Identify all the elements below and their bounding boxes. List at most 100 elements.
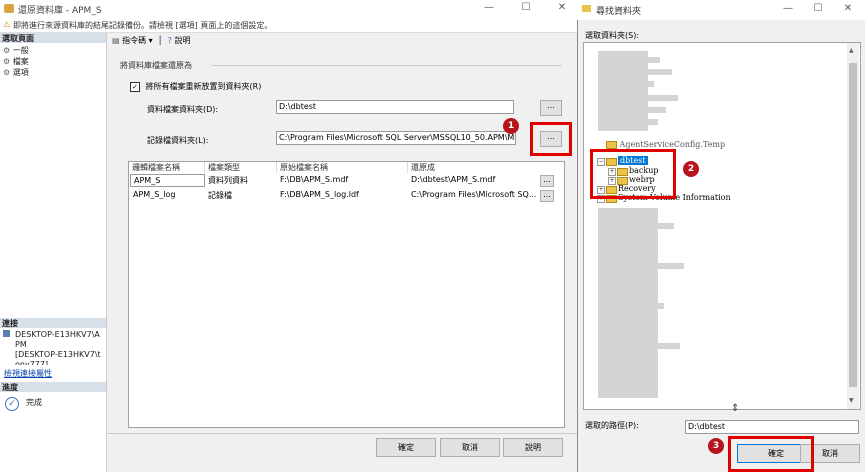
check-circle-icon: ✓ [5, 397, 19, 411]
database-icon [4, 4, 14, 13]
tree-item-label: AgentServiceConfig.Temp [619, 140, 726, 149]
grid-cell: 記錄檔 [208, 191, 232, 200]
connection-line: DESKTOP-E13HKV7\A [15, 330, 100, 339]
step-badge-3: 3 [708, 438, 724, 454]
grid-cell[interactable]: APM_S [130, 174, 205, 187]
selected-path-label: 選取的路徑(P): [585, 421, 639, 430]
cancel-button[interactable]: 取消 [440, 438, 500, 457]
view-connection-properties-link[interactable]: 檢視連接屬性 [4, 368, 52, 379]
minimize-icon[interactable]: — [482, 2, 496, 15]
section-divider [212, 65, 562, 66]
help-label: 說明 [174, 36, 191, 45]
script-label: 指令碼 [122, 36, 147, 45]
dialog-title-bar: 尋找資料夾 — ☐ ✕ [577, 0, 865, 20]
scroll-down-icon[interactable]: ▼ [849, 397, 854, 404]
progress-status: 完成 [26, 398, 42, 407]
checkbox-checked-icon: ✓ [130, 82, 140, 92]
folder-icon [606, 141, 617, 149]
highlight-box-browse [530, 122, 572, 156]
grid-cell: D:\dbtest\APM_S.mdf [411, 175, 496, 184]
close-icon[interactable]: ✕ [841, 3, 855, 16]
bottom-divider [107, 433, 578, 434]
table-row[interactable]: APM_S_log 記錄檔 F:\DB\APM_S_log.ldf C:\Pro… [129, 189, 562, 202]
file-grid: 邏輯檔案名稱 檔案類型 原始檔案名稱 還原成 APM_S 資料列資料 F:\DB… [128, 161, 565, 428]
progress-header: 進度 [0, 382, 106, 392]
script-button[interactable]: ▤ 指令碼 ▾ [112, 36, 153, 45]
help-icon: ? [167, 36, 172, 45]
mouse-cursor-icon: ⇕ [731, 403, 740, 414]
tree-scrollbar[interactable]: ▲ ▼ [847, 43, 859, 409]
sidebar-item-general[interactable]: ⚙ 一般 [3, 45, 29, 56]
warning-text: 即將進行來源資料庫的結尾記錄備份。請檢視 [選項] 頁面上的這個設定。 [13, 21, 273, 30]
connection-info: DESKTOP-E13HKV7\A PM [DESKTOP-E13HKV7\t … [15, 330, 101, 365]
blurred-tree-item [614, 303, 664, 309]
select-folder-label: 選取資料夾(S): [585, 31, 640, 40]
grid-header-original-name[interactable]: 原始檔案名稱 [277, 162, 408, 173]
select-page-header: 選取頁面 [0, 33, 106, 43]
tree-item-agentservice[interactable]: AgentServiceConfig.Temp [606, 140, 725, 149]
highlight-box-tree [590, 149, 676, 199]
blurred-tree-item [614, 69, 672, 75]
script-icon: ▤ [112, 36, 120, 45]
scrollbar-thumb[interactable] [849, 63, 857, 387]
page-icon: ⚙ [3, 46, 11, 55]
sidebar-item-label: 一般 [12, 46, 29, 55]
table-row[interactable]: APM_S 資料列資料 F:\DB\APM_S.mdf D:\dbtest\AP… [129, 174, 562, 187]
minimize-icon[interactable]: — [781, 3, 795, 16]
dialog-title: 尋找資料夾 [596, 7, 642, 17]
maximize-icon[interactable]: ☐ [519, 2, 533, 15]
toolbar: ▤ 指令碼 ▾ │ ? 說明 [112, 36, 191, 45]
selected-path-input[interactable]: D:\dbtest [685, 420, 859, 434]
page-icon: ⚙ [3, 68, 11, 77]
grid-header-file-type[interactable]: 檔案類型 [205, 162, 277, 173]
blurred-tree-item [614, 95, 678, 101]
restore-as-section-label: 將資料庫檔案還原為 [120, 61, 192, 70]
connection-line: ony777] [15, 360, 49, 365]
sidebar-item-label: 檔案 [12, 57, 29, 66]
folder-tree[interactable]: AgentServiceConfig.Temp − dbtest + backu… [583, 42, 861, 410]
row-browse-button[interactable]: ... [540, 190, 554, 202]
data-folder-label: 資料檔案資料夾(D): [147, 105, 219, 114]
blurred-tree-item [614, 343, 680, 349]
connection-line: PM [15, 340, 27, 349]
grid-cell: C:\Program Files\Microsoft SQ... [411, 190, 537, 199]
folder-icon [582, 5, 591, 12]
grid-header-restore-as[interactable]: 還原成 [408, 162, 561, 173]
row-browse-button[interactable]: ... [540, 175, 554, 187]
blurred-tree-item [614, 57, 660, 63]
sidebar-item-files[interactable]: ⚙ 檔案 [3, 56, 29, 67]
relocate-all-files-checkbox[interactable]: ✓ 將所有檔案重新放置到資料夾(R) [130, 81, 261, 92]
grid-cell: APM_S_log [133, 190, 176, 199]
sidebar-item-label: 選項 [12, 68, 29, 77]
relocate-checkbox-label: 將所有檔案重新放置到資料夾(R) [145, 82, 262, 91]
main-title-bar: 還原資料庫 - APM_S — ☐ ✕ [0, 0, 578, 18]
step-badge-1: 1 [503, 118, 519, 134]
help-button[interactable]: 說明 [503, 438, 563, 457]
grid-cell: F:\DB\APM_S_log.ldf [280, 190, 359, 199]
grid-cell: F:\DB\APM_S.mdf [280, 175, 349, 184]
warning-banner: ⚠ 即將進行來源資料庫的結尾記錄備份。請檢視 [選項] 頁面上的這個設定。 [0, 18, 578, 33]
page-icon: ⚙ [3, 57, 11, 66]
blurred-tree-item [614, 119, 658, 125]
grid-header-logical-name[interactable]: 邏輯檔案名稱 [129, 162, 205, 173]
blurred-tree-item [614, 81, 654, 87]
data-folder-input[interactable]: D:\dbtest [276, 100, 514, 114]
sidebar-item-options[interactable]: ⚙ 選項 [3, 67, 29, 78]
blurred-tree-item [614, 223, 674, 229]
scroll-up-icon[interactable]: ▲ [849, 47, 854, 54]
log-folder-input[interactable]: C:\Program Files\Microsoft SQL Server\MS… [276, 131, 516, 145]
blurred-tree-item [614, 107, 666, 113]
grid-cell: 資料列資料 [208, 176, 248, 185]
blurred-tree-item [614, 263, 684, 269]
ok-button[interactable]: 確定 [376, 438, 436, 457]
step-badge-2: 2 [683, 161, 699, 177]
connection-header: 連接 [0, 318, 106, 328]
help-toolbar-button[interactable]: ? 說明 [168, 36, 191, 45]
highlight-box-ok [728, 436, 814, 472]
chevron-down-icon: ▾ [148, 36, 153, 45]
server-icon [3, 330, 10, 337]
close-icon[interactable]: ✕ [555, 2, 569, 15]
browse-data-folder-button[interactable]: ... [540, 100, 562, 116]
maximize-icon[interactable]: ☐ [811, 3, 825, 16]
left-panel: 選取頁面 ⚙ 一般 ⚙ 檔案 ⚙ 選項 連接 DESKTOP-E13HKV7\A… [0, 33, 107, 472]
